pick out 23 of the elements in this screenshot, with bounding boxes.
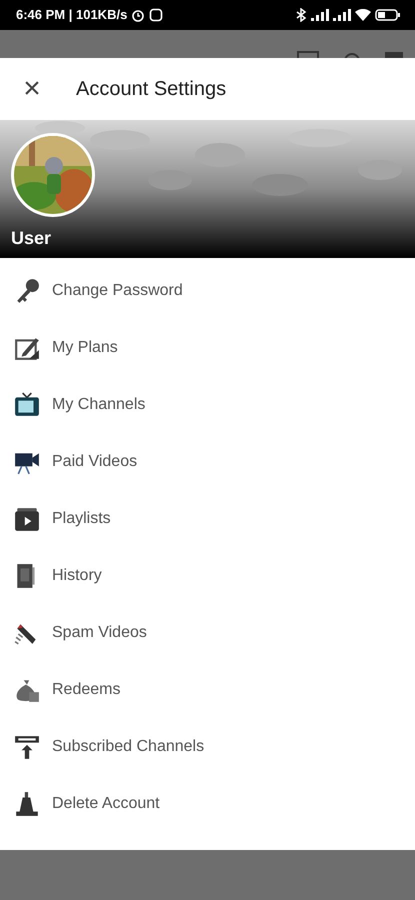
menu-item[interactable]: Spam Videos xyxy=(0,604,415,661)
upload-icon xyxy=(14,734,40,760)
menu-item[interactable]: History xyxy=(0,547,415,604)
signal-icon xyxy=(311,9,329,21)
menu-item[interactable]: Playlists xyxy=(0,490,415,547)
alarm-icon xyxy=(131,8,146,22)
menu-item[interactable]: Delete Account xyxy=(0,775,415,832)
chat-icon xyxy=(149,8,164,22)
menu-item[interactable]: My Channels xyxy=(0,376,415,433)
menu-item[interactable]: Paid Videos xyxy=(0,433,415,490)
menu-item[interactable]: Subscribed Channels xyxy=(0,718,415,775)
dialog-title: Account Settings xyxy=(76,77,226,102)
signal-icon xyxy=(333,9,351,21)
key-icon xyxy=(14,278,40,304)
menu-item[interactable]: Change Password xyxy=(0,262,415,319)
play-folder-icon xyxy=(14,506,40,532)
bluetooth-icon xyxy=(295,8,307,22)
menu-item[interactable]: Redeems xyxy=(0,661,415,718)
status-time: 6:46 PM | 101KB/s xyxy=(16,6,128,24)
battery-icon xyxy=(375,9,401,21)
close-button[interactable]: × xyxy=(18,74,46,104)
menu-item[interactable]: My Plans xyxy=(0,319,415,376)
wifi-icon xyxy=(355,9,371,21)
